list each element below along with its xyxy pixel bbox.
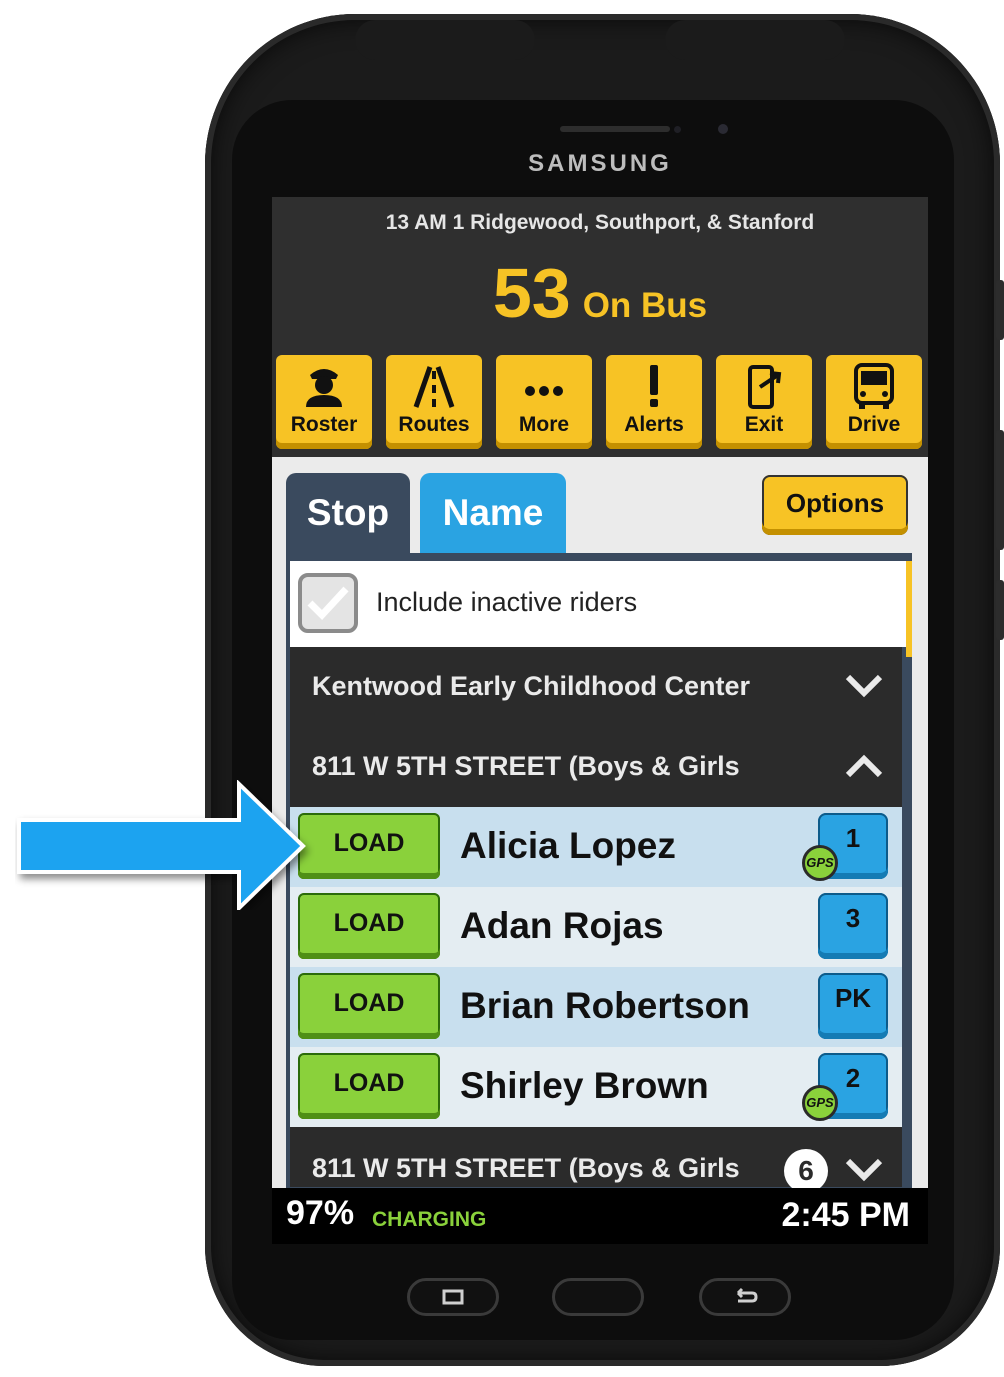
alerts-label: Alerts bbox=[624, 413, 684, 436]
load-button[interactable]: LOAD bbox=[298, 893, 440, 959]
exit-icon bbox=[748, 365, 782, 409]
rider-row[interactable]: LOAD Brian Robertson PK bbox=[290, 967, 902, 1047]
recent-apps-icon bbox=[442, 1289, 464, 1305]
on-bus-label: On Bus bbox=[582, 286, 708, 325]
stop-group-title: 811 W 5TH STREET (Boys & Girls bbox=[312, 1153, 740, 1183]
bus-icon bbox=[854, 363, 894, 409]
tab-name[interactable]: Name bbox=[420, 473, 566, 553]
grade-badge[interactable]: PK bbox=[818, 973, 888, 1039]
on-bus-counter: 53 On Bus bbox=[272, 253, 928, 333]
routes-label: Routes bbox=[398, 413, 470, 436]
more-button[interactable]: More bbox=[496, 355, 592, 449]
stop-group-header[interactable]: 811 W 5TH STREET (Boys & Girls bbox=[290, 727, 902, 807]
drive-label: Drive bbox=[847, 413, 901, 436]
include-inactive-row[interactable]: Include inactive riders bbox=[290, 561, 910, 647]
case-bump bbox=[355, 20, 535, 60]
load-button[interactable]: LOAD bbox=[298, 813, 440, 879]
drive-button[interactable]: Drive bbox=[826, 355, 922, 449]
scrollbar[interactable] bbox=[906, 561, 912, 657]
grade-badge[interactable]: 3 bbox=[818, 893, 888, 959]
main-toolbar: Roster Routes More Alerts Exit Drive bbox=[276, 355, 924, 451]
chevron-down-icon bbox=[845, 1158, 883, 1182]
rider-row[interactable]: LOAD Shirley Brown 2 GPS bbox=[290, 1047, 902, 1127]
gps-icon: GPS bbox=[802, 1085, 838, 1121]
alert-icon bbox=[650, 365, 658, 407]
app-screen: 13 AM 1 Ridgewood, Southport, & Stanford… bbox=[272, 197, 928, 1244]
more-label: More bbox=[518, 413, 570, 436]
exit-label: Exit bbox=[744, 413, 784, 436]
roster-panel: Stop Name Options Include inactive rider… bbox=[272, 457, 928, 1244]
rider-row[interactable]: LOAD Adan Rojas 3 bbox=[290, 887, 902, 967]
volume-button bbox=[996, 430, 1004, 550]
load-button[interactable]: LOAD bbox=[298, 1053, 440, 1119]
on-bus-count: 53 bbox=[492, 254, 571, 332]
count-badge: 6 bbox=[784, 1149, 828, 1193]
charging-status: CHARGING bbox=[372, 1208, 487, 1231]
stop-group-header[interactable]: 811 W 5TH STREET (Boys & Girls 6 bbox=[290, 1127, 902, 1193]
power-button bbox=[996, 280, 1004, 340]
include-inactive-checkbox[interactable] bbox=[298, 573, 358, 633]
load-button[interactable]: LOAD bbox=[298, 973, 440, 1039]
rider-row[interactable]: LOAD Alicia Lopez 1 GPS bbox=[290, 807, 902, 887]
rider-list[interactable]: Include inactive riders Kentwood Early C… bbox=[286, 553, 912, 1244]
rider-name: Adan Rojas bbox=[460, 905, 664, 946]
roster-label: Roster bbox=[290, 413, 358, 436]
pointer-arrow-icon bbox=[17, 780, 306, 910]
options-button[interactable]: Options bbox=[762, 475, 908, 535]
stop-group-title: 811 W 5TH STREET (Boys & Girls bbox=[312, 751, 740, 781]
stop-group-title: Kentwood Early Childhood Center bbox=[312, 671, 751, 701]
front-camera bbox=[718, 124, 728, 134]
recent-apps-key[interactable] bbox=[407, 1278, 499, 1316]
back-key[interactable] bbox=[699, 1278, 791, 1316]
route-title: 13 AM 1 Ridgewood, Southport, & Stanford bbox=[385, 211, 815, 234]
alerts-button[interactable]: Alerts bbox=[606, 355, 702, 449]
chevron-up-icon bbox=[845, 754, 883, 778]
status-bar: 97% CHARGING 2:45 PM bbox=[272, 1188, 928, 1244]
include-inactive-label: Include inactive riders bbox=[376, 587, 638, 617]
case-bump bbox=[665, 20, 845, 60]
rider-name: Shirley Brown bbox=[460, 1065, 709, 1106]
chevron-down-icon bbox=[845, 674, 883, 698]
exit-button[interactable]: Exit bbox=[716, 355, 812, 449]
rider-name: Brian Robertson bbox=[460, 985, 750, 1026]
road-icon bbox=[413, 366, 455, 408]
battery-level: 97% bbox=[286, 1194, 355, 1232]
checkmark-icon bbox=[307, 586, 349, 621]
roster-button[interactable]: Roster bbox=[276, 355, 372, 449]
earpiece-speaker bbox=[560, 126, 670, 132]
person-icon bbox=[306, 369, 342, 407]
more-icon bbox=[525, 386, 563, 396]
tab-stop[interactable]: Stop bbox=[286, 473, 410, 553]
back-icon bbox=[736, 1287, 758, 1303]
sensor bbox=[674, 126, 681, 133]
side-key bbox=[996, 580, 1004, 640]
gps-icon: GPS bbox=[802, 845, 838, 881]
stop-group-header[interactable]: Kentwood Early Childhood Center bbox=[290, 647, 902, 727]
routes-button[interactable]: Routes bbox=[386, 355, 482, 449]
clock: 2:45 PM bbox=[781, 1196, 911, 1234]
device-brand: SAMSUNG bbox=[528, 150, 672, 177]
home-key[interactable] bbox=[552, 1278, 644, 1316]
rider-name: Alicia Lopez bbox=[460, 825, 676, 866]
